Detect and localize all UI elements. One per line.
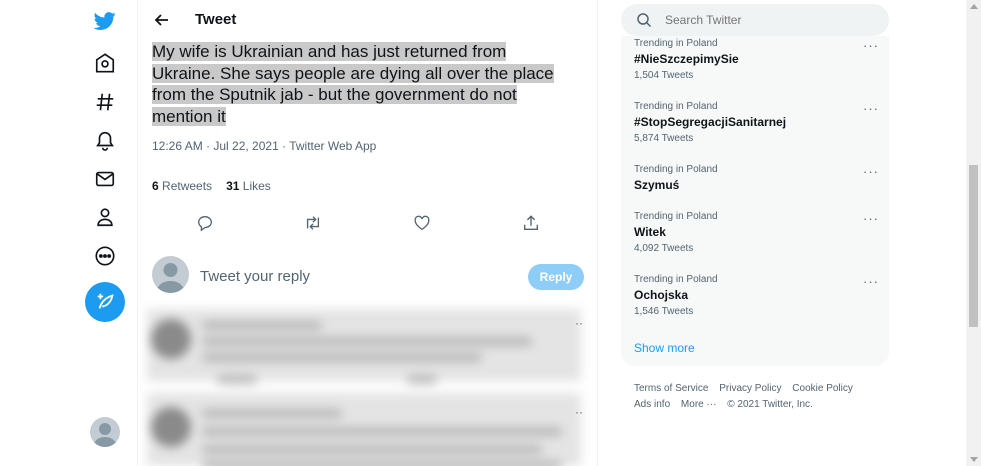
reply-composer: Tweet your reply Reply [152, 256, 584, 296]
trend-item[interactable]: Trending in Poland #StopSegregacjiSanita… [634, 101, 879, 144]
likes-count: 31 [226, 179, 240, 193]
retweets-label: Retweets [162, 179, 213, 193]
scroll-down-arrow-icon[interactable] [970, 457, 978, 462]
like-icon[interactable] [413, 214, 433, 234]
footer-links: Terms of Service Privacy Policy Cookie P… [634, 381, 884, 413]
profile-icon[interactable] [90, 202, 120, 232]
trend-item[interactable]: Trending in Poland Ochojska 1,546 Tweets… [634, 274, 879, 317]
cookie-link[interactable]: Cookie Policy [792, 383, 853, 394]
trend-item[interactable]: Trending in Poland #NieSzczepimySie 1,50… [634, 38, 879, 81]
page-title: Tweet [195, 11, 237, 28]
trend-more-icon[interactable]: ··· [863, 274, 879, 289]
copyright: © 2021 Twitter, Inc. [727, 399, 813, 410]
trend-name: Ochojska [634, 288, 689, 302]
share-icon[interactable] [522, 214, 542, 234]
more-icon[interactable] [90, 241, 120, 271]
trend-context: Trending in Poland [634, 101, 718, 112]
scrollbar[interactable] [966, 0, 981, 466]
trend-context: Trending in Poland [634, 164, 718, 175]
reply-input[interactable]: Tweet your reply [200, 268, 310, 285]
trend-count: 5,874 Tweets [634, 133, 694, 144]
trend-count: 1,504 Tweets [634, 70, 694, 81]
trends-panel: Trending in Poland #NieSzczepimySie 1,50… [621, 36, 889, 366]
tweet-timestamp[interactable]: 12:26 AM · Jul 22, 2021 · Twitter Web Ap… [152, 139, 376, 153]
tweet-line: Ukraine. She says people are dying all o… [152, 63, 554, 83]
back-arrow-icon[interactable] [152, 10, 172, 30]
search-box[interactable] [621, 4, 889, 36]
notifications-icon[interactable] [90, 125, 120, 155]
tweet-line: My wife is Ukrainian and has just return… [152, 42, 507, 61]
tweet-header: Tweet [138, 0, 597, 40]
trend-item[interactable]: Trending in Poland Szymuś ··· [634, 164, 879, 192]
trend-more-icon[interactable]: ··· [863, 38, 879, 53]
trend-context: Trending in Poland [634, 211, 718, 222]
trend-count: 4,092 Tweets [634, 243, 694, 254]
retweets-count: 6 [152, 179, 159, 193]
tweet-line: mention it [152, 106, 226, 126]
trend-count: 1,546 Tweets [634, 306, 694, 317]
ads-info-link[interactable]: Ads info [634, 399, 670, 410]
scroll-thumb[interactable] [969, 165, 978, 327]
trend-context: Trending in Poland [634, 38, 718, 49]
search-icon [637, 13, 652, 28]
tweet-stats: 6 Retweets 31 Likes [152, 179, 271, 193]
tweet-text: My wife is Ukrainian and has just return… [152, 41, 582, 127]
explore-icon[interactable] [90, 87, 120, 117]
home-icon[interactable] [90, 48, 120, 78]
reply-button[interactable]: Reply [528, 264, 584, 290]
likes-stat[interactable]: 31 Likes [226, 179, 271, 193]
trend-more-icon[interactable]: ··· [863, 211, 879, 226]
twitter-logo-icon[interactable] [90, 6, 120, 36]
trend-context: Trending in Poland [634, 274, 718, 285]
trend-item[interactable]: Trending in Poland Witek 4,092 Tweets ··… [634, 211, 879, 254]
messages-icon[interactable] [90, 164, 120, 194]
likes-label: Likes [242, 179, 271, 193]
retweet-icon[interactable] [304, 214, 324, 234]
more-link[interactable]: More ··· [681, 399, 717, 410]
search-input[interactable] [665, 13, 865, 27]
scroll-up-arrow-icon[interactable] [970, 4, 978, 9]
trend-name: #NieSzczepimySie [634, 52, 739, 66]
compose-tweet-button[interactable] [85, 282, 125, 322]
left-navigation [80, 0, 130, 466]
trend-more-icon[interactable]: ··· [863, 164, 879, 179]
show-more-link[interactable]: Show more [634, 341, 695, 355]
blurred-replies [147, 309, 581, 466]
account-avatar[interactable] [90, 417, 120, 447]
reply-more-icon[interactable]: ·· [575, 405, 583, 419]
user-avatar [152, 256, 189, 293]
tweet-actions [196, 214, 542, 234]
trend-more-icon[interactable]: ··· [863, 101, 879, 116]
reply-more-icon[interactable]: ·· [575, 316, 583, 330]
retweets-stat[interactable]: 6 Retweets [152, 179, 212, 193]
tweet-detail-column: Tweet My wife is Ukrainian and has just … [137, 0, 598, 466]
compose-tweet-icon [97, 293, 114, 309]
trend-name: #StopSegregacjiSanitarnej [634, 115, 787, 129]
reply-icon[interactable] [196, 214, 216, 234]
terms-link[interactable]: Terms of Service [634, 383, 708, 394]
privacy-link[interactable]: Privacy Policy [719, 383, 781, 394]
trend-name: Szymuś [634, 178, 680, 192]
tweet-line: from the Sputnik jab - but the governmen… [152, 85, 517, 104]
trend-name: Witek [634, 225, 666, 239]
